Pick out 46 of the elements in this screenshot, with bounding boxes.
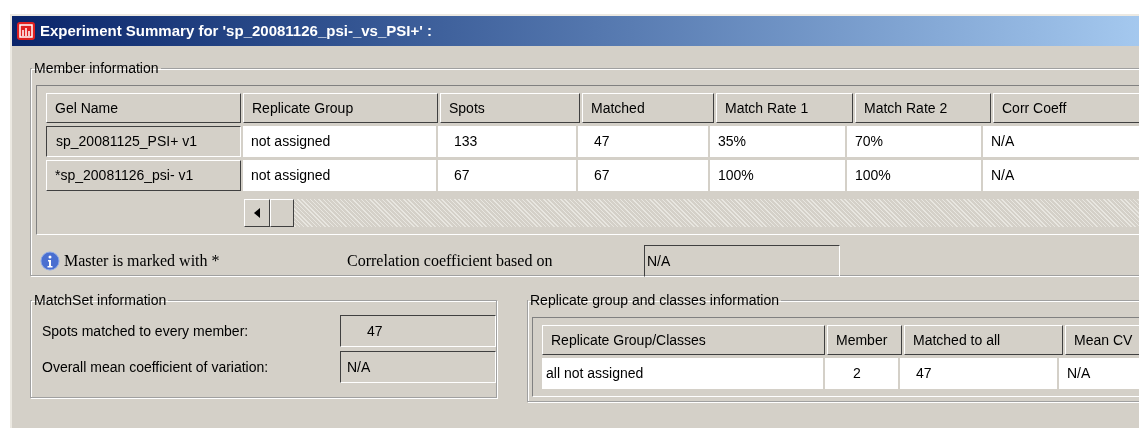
table-cell: N/A — [1059, 358, 1139, 389]
correlation-field: N/A — [644, 245, 840, 277]
column-header[interactable]: Replicate Group/Classes — [542, 325, 825, 355]
table-cell: 100% — [847, 160, 983, 191]
column-header[interactable]: Gel Name — [46, 93, 241, 123]
value-field: N/A — [340, 351, 496, 383]
group-title: MatchSet information — [33, 291, 168, 310]
group-title: Member information — [33, 59, 160, 78]
window-title: Experiment Summary for 'sp_20081126_psi-_vs_PSI+' : — [40, 20, 432, 41]
scroll-left-button[interactable] — [244, 199, 270, 227]
table-cell: N/A — [983, 126, 1139, 157]
column-header[interactable]: Matched — [582, 93, 714, 123]
scroll-thumb[interactable] — [270, 199, 294, 227]
table-cell: 70% — [847, 126, 983, 157]
table-cell: 67 — [578, 160, 710, 191]
column-header[interactable]: Member — [827, 325, 902, 355]
column-header[interactable]: Matched to all — [904, 325, 1063, 355]
table-cell: 47 — [578, 126, 710, 157]
table-cell: N/A — [983, 160, 1139, 191]
correlation-label: Correlation coefficient based on — [347, 251, 554, 271]
table-cell: 133 — [438, 126, 578, 157]
column-header[interactable]: Spots — [440, 93, 580, 123]
gel-name-button[interactable]: sp_20081125_PSI+ v1 — [46, 126, 241, 157]
master-note: Master is marked with * — [64, 251, 221, 271]
table-cell: 100% — [710, 160, 847, 191]
column-header[interactable]: Mean CV — [1065, 325, 1139, 355]
table-cell: not assigned — [243, 160, 438, 191]
group-title: Replicate group and classes information — [529, 291, 781, 310]
gel-name-button[interactable]: *sp_20081126_psi- v1 — [46, 160, 241, 191]
table-cell: 35% — [710, 126, 847, 157]
left-arrow-icon — [254, 208, 260, 218]
table-cell: not assigned — [243, 126, 438, 157]
table-cell: 2 — [825, 358, 900, 389]
chart-icon — [16, 21, 36, 41]
column-header[interactable]: Match Rate 2 — [855, 93, 991, 123]
column-header[interactable]: Corr Coeff — [993, 93, 1139, 123]
table-cell: all not assigned — [542, 358, 825, 389]
column-header[interactable]: Match Rate 1 — [716, 93, 853, 123]
value-field: 47 — [340, 315, 496, 347]
field-label: Overall mean coefficient of variation: — [42, 357, 270, 377]
info-icon — [40, 251, 60, 271]
table-cell: 67 — [438, 160, 578, 191]
column-header[interactable]: Replicate Group — [243, 93, 438, 123]
horizontal-scrollbar[interactable] — [244, 199, 1139, 227]
table-cell: 47 — [900, 358, 1059, 389]
field-label: Spots matched to every member: — [42, 321, 250, 341]
